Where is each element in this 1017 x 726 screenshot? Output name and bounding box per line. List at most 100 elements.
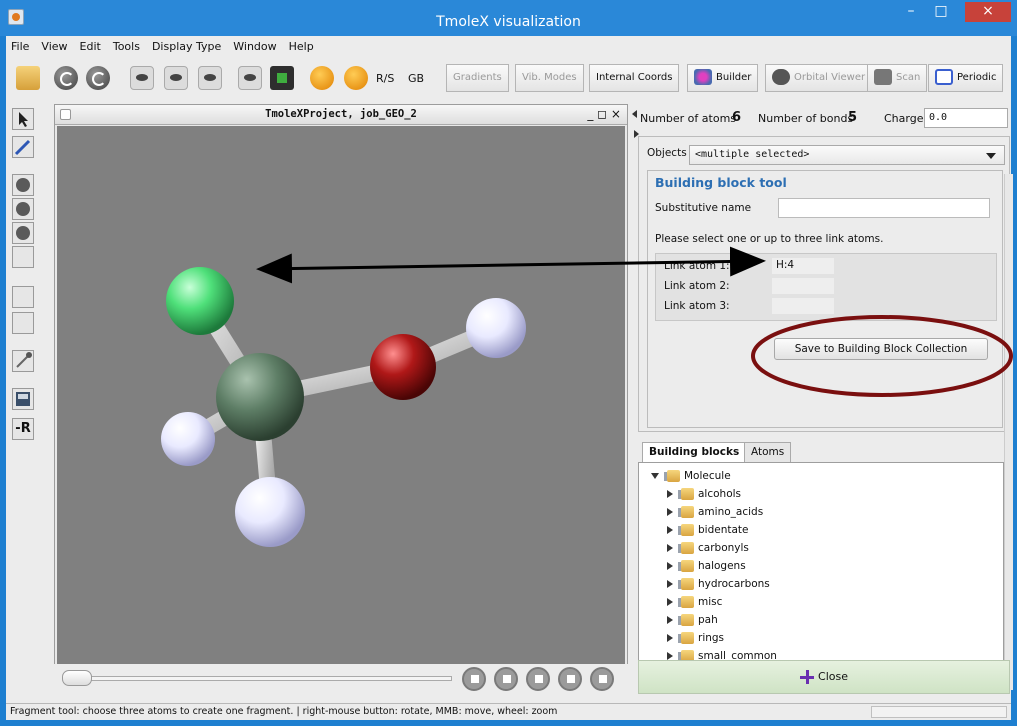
menu-file[interactable]: File (6, 36, 36, 53)
redo-icon[interactable] (86, 66, 110, 90)
close-builder-label: Close (818, 670, 848, 683)
window-title: TmoleX visualization (436, 14, 581, 30)
bonds-count-label: Number of bonds (758, 112, 854, 125)
draw-pen-icon[interactable] (12, 136, 34, 158)
expand-down-icon (651, 473, 659, 479)
frame-slider-knob[interactable] (62, 670, 92, 686)
menu-view[interactable]: View (36, 36, 74, 53)
menu-edit[interactable]: Edit (75, 36, 108, 53)
menu-window[interactable]: Window (228, 36, 283, 53)
tab-vib-modes[interactable]: Vib. Modes (515, 64, 584, 92)
menu-display-type[interactable]: Display Type (147, 36, 228, 53)
viewer-window-controls[interactable]: _ ◻ × (587, 105, 621, 124)
fit-icon[interactable] (12, 246, 34, 268)
menu-help[interactable]: Help (284, 36, 321, 53)
tree-item-carbonyls[interactable]: carbonyls (667, 542, 749, 554)
torsion-icon[interactable] (12, 312, 34, 334)
tab-scan[interactable]: Scan (867, 64, 928, 92)
link-atom-2-value[interactable] (772, 278, 834, 294)
bond-tool-icon[interactable] (12, 350, 34, 372)
app-window: File View Edit Tools Display Type Window Help … (6, 36, 1013, 720)
tab-gradients[interactable]: Gradients (446, 64, 509, 92)
molecule-canvas[interactable] (57, 126, 625, 668)
link-atoms-box: Link atom 1: H:4 Link atom 2: Link atom … (655, 253, 997, 321)
frame-slider-track[interactable] (64, 676, 452, 681)
tree-item-label: bidentate (698, 524, 749, 536)
atom-carbon[interactable] (216, 353, 304, 441)
tree-item-bidentate[interactable]: bidentate (667, 524, 749, 536)
maximize-button[interactable]: □ (927, 2, 955, 22)
folder-icon (678, 578, 694, 590)
atom-hydrogen[interactable] (235, 477, 305, 547)
remove-r-icon[interactable]: -R (12, 418, 34, 440)
rotate-icon[interactable] (12, 198, 34, 220)
tab-internal-coords[interactable]: Internal Coords (589, 64, 680, 92)
save-building-block-button[interactable]: Save to Building Block Collection (774, 338, 988, 360)
next-frame-icon[interactable] (590, 667, 614, 691)
tree-item-label: carbonyls (698, 542, 749, 554)
charge-field[interactable]: 0.0 (924, 108, 1008, 128)
atom-hydrogen[interactable] (161, 412, 215, 466)
fragment-save-icon[interactable] (12, 388, 34, 410)
link-atom-1-value[interactable]: H:4 (772, 258, 834, 274)
snapshot-icon[interactable] (270, 66, 294, 90)
close-window-button[interactable]: × (965, 2, 1011, 22)
substitutive-name-label: Substitutive name (655, 202, 752, 214)
view-zoom-icon[interactable] (198, 66, 222, 90)
status-text: Fragment tool: choose three atoms to cre… (10, 706, 558, 717)
tree-item-rings[interactable]: rings (667, 632, 724, 644)
gb-button[interactable]: GB (408, 72, 424, 85)
folder-icon (678, 614, 694, 626)
view-move-icon[interactable] (130, 66, 154, 90)
open-folder-icon[interactable] (16, 66, 40, 90)
tab-orbital-viewer[interactable]: Orbital Viewer (765, 64, 873, 92)
tree-root-molecule[interactable]: Molecule (651, 470, 731, 482)
atom-oxygen[interactable] (370, 334, 436, 400)
link-atom-3-value[interactable] (772, 298, 834, 314)
tab-periodic[interactable]: Periodic (928, 64, 1004, 92)
expand-right-icon (667, 598, 673, 606)
folder-icon (678, 524, 694, 536)
mopac-icon[interactable] (344, 66, 368, 90)
move-icon[interactable] (12, 174, 34, 196)
right-panel-scrollbar[interactable] (1004, 174, 1013, 690)
zoom-icon[interactable] (12, 222, 34, 244)
close-star-icon (800, 670, 815, 684)
atom-chlorine[interactable] (166, 267, 234, 335)
stop-icon[interactable] (526, 667, 550, 691)
tab-builder[interactable]: Builder (687, 64, 759, 92)
atom-hydrogen[interactable] (466, 298, 526, 358)
tab-building-blocks[interactable]: Building blocks (642, 442, 747, 462)
minimize-button[interactable]: – (897, 2, 925, 22)
play-icon[interactable] (558, 667, 582, 691)
molecule-info-bar: Number of atoms 6 Number of bonds 5 Char… (636, 108, 1016, 130)
rs-button[interactable]: R/S (376, 72, 394, 85)
building-blocks-tree: Molecule alcohols amino_acids bidentate … (638, 462, 1004, 690)
tree-item-halogens[interactable]: halogens (667, 560, 746, 572)
tab-atoms[interactable]: Atoms (744, 442, 792, 462)
objects-select[interactable]: <multiple selected> (689, 145, 1005, 165)
orbital-viewer-icon (772, 69, 790, 85)
rotate-bond-icon[interactable] (12, 286, 34, 308)
folder-icon (678, 632, 694, 644)
builder-icon (694, 69, 712, 85)
menu-bar: File View Edit Tools Display Type Window Help (6, 36, 1011, 56)
uff-icon[interactable] (310, 66, 334, 90)
tree-item-alcohols[interactable]: alcohols (667, 488, 741, 500)
select-arrow-icon[interactable] (12, 108, 34, 130)
undo-icon[interactable] (54, 66, 78, 90)
tree-item-misc[interactable]: misc (667, 596, 722, 608)
tree-item-amino-acids[interactable]: amino_acids (667, 506, 763, 518)
menu-tools[interactable]: Tools (108, 36, 147, 53)
tree-item-pah[interactable]: pah (667, 614, 718, 626)
tree-item-hydrocarbons[interactable]: hydrocarbons (667, 578, 770, 590)
tree-root-label: Molecule (684, 470, 731, 482)
view-rotate-icon[interactable] (164, 66, 188, 90)
viewer-title-bar: TmoleXProject, job_GEO_2 _ ◻ × (55, 105, 627, 125)
previous-frame-icon[interactable] (494, 667, 518, 691)
view-fit-icon[interactable] (238, 66, 262, 90)
viewer-checkbox[interactable] (60, 109, 71, 120)
first-frame-icon[interactable] (462, 667, 486, 691)
substitutive-name-input[interactable] (778, 198, 990, 218)
close-builder-button[interactable]: Close (638, 660, 1010, 694)
